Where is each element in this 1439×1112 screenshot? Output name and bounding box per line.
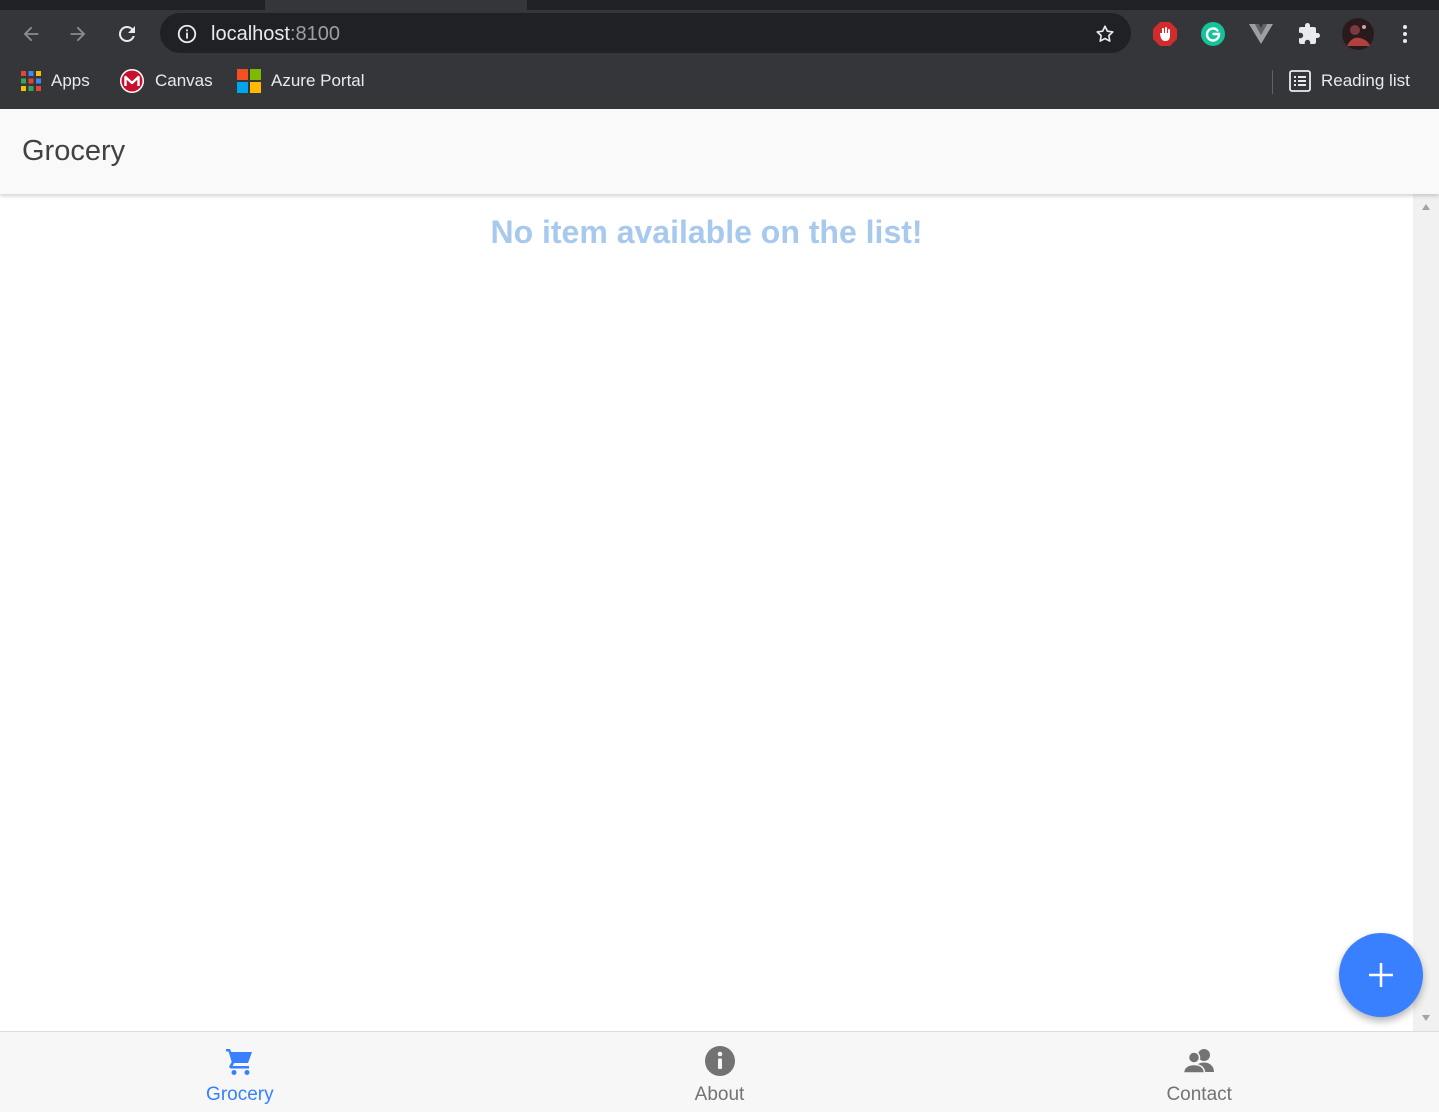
bookmark-label: Canvas (155, 71, 213, 90)
microsoft-logo-icon (237, 69, 261, 93)
bookmark-star-icon[interactable] (1093, 22, 1117, 46)
back-button[interactable] (14, 17, 48, 51)
apps-grid-icon (21, 71, 41, 91)
forward-button[interactable] (61, 17, 95, 51)
profile-avatar[interactable] (1342, 18, 1374, 50)
content-area[interactable]: No item available on the list! (0, 194, 1413, 1031)
puzzle-icon (1299, 23, 1320, 44)
reading-list-icon (1289, 70, 1311, 92)
grammarly-icon (1201, 22, 1225, 46)
vue-icon (1249, 24, 1273, 44)
plus-icon (1369, 963, 1393, 987)
url-host: localhost (211, 23, 290, 45)
tab-label: Grocery (206, 1084, 274, 1105)
tab-label: Contact (1166, 1084, 1232, 1105)
cart-icon (223, 1044, 257, 1078)
bookmark-azure-portal[interactable]: Azure Portal (237, 68, 365, 94)
tab-label: About (694, 1084, 745, 1105)
chrome-menu-button[interactable] (1391, 20, 1419, 48)
stop-hand-icon (1153, 22, 1177, 46)
scrollbar[interactable] (1413, 194, 1439, 1031)
bookmark-label: Apps (51, 71, 90, 90)
tab-grocery[interactable]: Grocery (0, 1032, 480, 1112)
url-text: localhost:8100 (211, 23, 340, 45)
scroll-down-arrow-icon[interactable] (1413, 1009, 1439, 1027)
page-title: Grocery (22, 135, 126, 167)
extensions-button[interactable] (1295, 20, 1323, 48)
site-info-icon[interactable] (176, 23, 198, 45)
reload-icon (118, 25, 135, 42)
scroll-up-arrow-icon[interactable] (1413, 198, 1439, 216)
tab-about[interactable]: About (480, 1032, 960, 1112)
browser-chrome: localhost:8100 Apps Canvas Azure Portal … (0, 0, 1439, 109)
tab-contact[interactable]: Contact (959, 1032, 1439, 1112)
avatar-icon (1342, 18, 1374, 50)
url-port: :8100 (289, 23, 340, 45)
app-header: Grocery (0, 109, 1439, 194)
browser-tab[interactable] (265, 0, 527, 10)
grammarly-extension-button[interactable] (1199, 20, 1227, 48)
address-bar[interactable]: localhost:8100 (160, 13, 1131, 53)
browser-toolbar: localhost:8100 (0, 10, 1439, 58)
adblock-extension-button[interactable] (1151, 20, 1179, 48)
info-circle-icon (703, 1044, 737, 1078)
empty-list-message: No item available on the list! (490, 214, 923, 250)
people-icon (1182, 1044, 1216, 1078)
arrow-right-icon (70, 26, 86, 42)
tab-strip (0, 0, 1439, 10)
bookmarks-bar: Apps Canvas Azure Portal Reading list (0, 60, 1439, 102)
canvas-logo-icon (120, 69, 144, 93)
arrow-left-icon (23, 26, 39, 42)
bookmark-label: Azure Portal (271, 71, 365, 90)
more-vertical-icon (1403, 25, 1407, 43)
bookmark-apps[interactable]: Apps (21, 68, 90, 94)
vue-devtools-extension-button[interactable] (1247, 20, 1275, 48)
bookmark-canvas[interactable]: Canvas (119, 68, 213, 94)
reading-list-label: Reading list (1321, 71, 1410, 90)
reading-list-button[interactable]: Reading list (1289, 68, 1410, 94)
bookmarks-divider (1272, 70, 1273, 94)
reload-button[interactable] (110, 17, 144, 51)
tab-bar: Grocery About Contact (0, 1031, 1439, 1112)
add-item-button[interactable] (1339, 933, 1423, 1017)
